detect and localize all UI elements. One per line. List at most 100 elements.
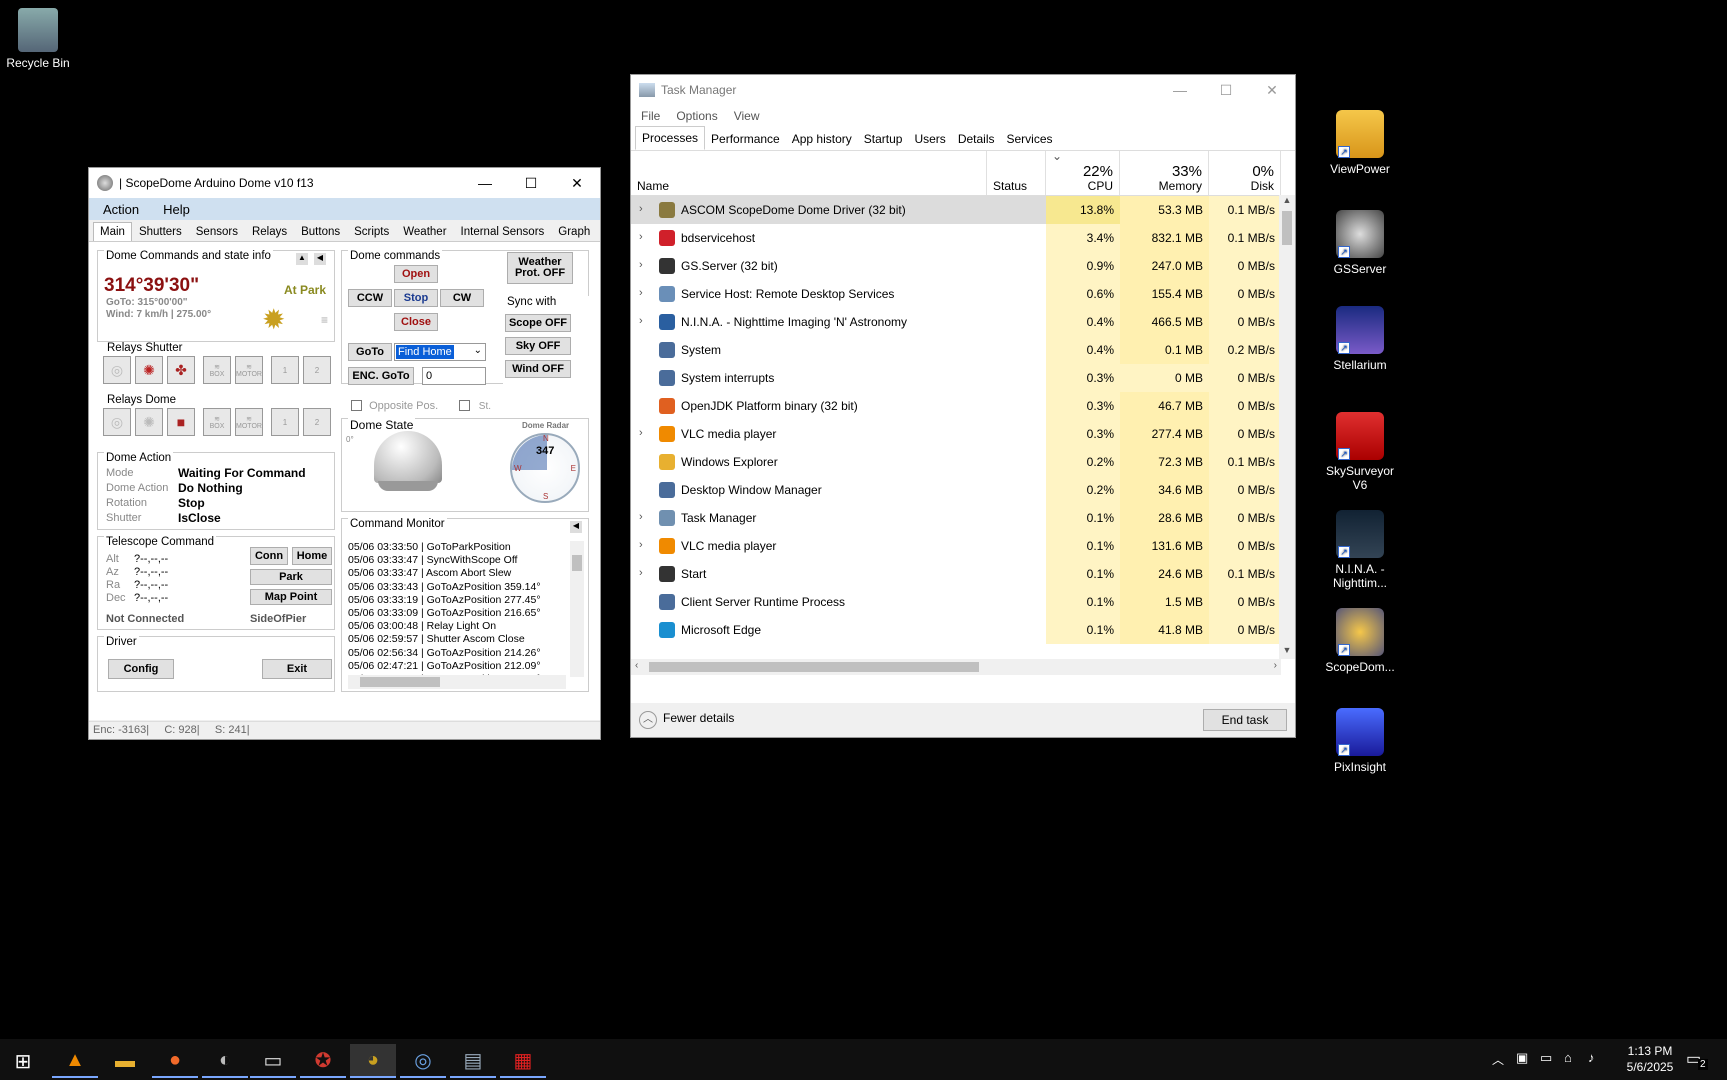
sync-wind-button[interactable]: Wind OFF	[505, 360, 571, 378]
taskbar-nina[interactable]: ◎	[400, 1044, 446, 1078]
desktop-icon-scopedome[interactable]: ↗ ScopeDom...	[1318, 608, 1402, 674]
tray-volume-icon[interactable]: ♪	[1588, 1050, 1595, 1065]
fewer-details-link[interactable]: ︿ Fewer details	[639, 711, 734, 729]
expand-chevron-icon[interactable]: ›	[639, 231, 643, 243]
sync-sky-button[interactable]: Sky OFF	[505, 337, 571, 355]
sync-scope-button[interactable]: Scope OFF	[505, 314, 571, 332]
tab-graph[interactable]: Graph	[551, 222, 597, 241]
menu-file[interactable]: File	[641, 109, 660, 123]
col-memory-header[interactable]: 33% Memory	[1120, 151, 1209, 195]
end-task-button[interactable]: End task	[1203, 709, 1287, 731]
arrow-up-icon[interactable]: ▲	[296, 253, 308, 265]
scroll-up-icon[interactable]: ▲	[1279, 195, 1295, 209]
tab-performance[interactable]: Performance	[705, 128, 786, 150]
relay-shutter-power-button[interactable]: ◎	[103, 356, 131, 384]
tab-processes[interactable]: Processes	[635, 126, 706, 150]
menu-view[interactable]: View	[734, 109, 760, 123]
expand-chevron-icon[interactable]: ›	[639, 567, 643, 579]
tab-app-history[interactable]: App history	[786, 128, 858, 150]
goto-button[interactable]: GoTo	[348, 343, 392, 361]
taskbar-task-manager[interactable]: ▤	[450, 1044, 496, 1078]
desktop-icon-pixinsight[interactable]: ↗ PixInsight	[1318, 708, 1402, 774]
taskbar-skysurveyor[interactable]: ▦	[500, 1044, 546, 1078]
close-icon[interactable]: ✕	[554, 168, 600, 198]
col-disk-header[interactable]: 0% Disk	[1209, 151, 1281, 195]
table-row[interactable]: System 0.4% 0.1 MB 0.2 MB/s	[631, 336, 1281, 364]
col-name-header[interactable]: Name	[631, 151, 987, 195]
tab-details[interactable]: Details	[952, 128, 1001, 150]
table-row[interactable]: › Start 0.1% 24.6 MB 0.1 MB/s	[631, 560, 1281, 588]
table-row[interactable]: OpenJDK Platform binary (32 bit) 0.3% 46.7…	[631, 392, 1281, 420]
expand-chevron-icon[interactable]: ›	[639, 511, 643, 523]
relay-shutter-1-button[interactable]: 1	[271, 356, 299, 384]
desktop-icon-nina[interactable]: ↗ N.I.N.A. - Nighttim...	[1318, 510, 1402, 590]
tab-relays[interactable]: Relays	[245, 222, 294, 241]
relay-dome-2-button[interactable]: 2	[303, 408, 331, 436]
expand-chevron-icon[interactable]: ›	[639, 427, 643, 439]
expand-chevron-icon[interactable]: ›	[639, 315, 643, 327]
menu-options[interactable]: Options	[676, 109, 717, 123]
scroll-thumb[interactable]	[1282, 211, 1292, 245]
park-button[interactable]: Park	[250, 569, 332, 585]
expand-chevron-icon[interactable]: ›	[639, 287, 643, 299]
stop-button[interactable]: Stop	[394, 289, 438, 307]
tray-network-icon[interactable]: ⌂	[1564, 1050, 1572, 1065]
taskbar-terminal[interactable]: ▭	[250, 1044, 296, 1078]
relay-dome-1-button[interactable]: 1	[271, 408, 299, 436]
taskbar-scopedome[interactable]: ◕	[350, 1044, 396, 1078]
arrow-left-icon[interactable]: ◀	[570, 521, 582, 533]
scroll-down-icon[interactable]: ▼	[1279, 645, 1295, 659]
tab-services[interactable]: Services	[1001, 128, 1059, 150]
conn-button[interactable]: Conn	[250, 547, 288, 565]
enc-goto-button[interactable]: ENC. GoTo	[348, 367, 414, 385]
scroll-right-icon[interactable]: ›	[1274, 660, 1277, 671]
taskbar-firefox[interactable]: ●	[152, 1044, 198, 1078]
enc-goto-input[interactable]: 0	[422, 367, 486, 385]
tab-users[interactable]: Users	[908, 128, 951, 150]
command-log[interactable]: 05/06 03:33:50 | GoToParkPosition 05/06 0…	[348, 541, 566, 677]
relay-dome-camera-button[interactable]: ■	[167, 408, 195, 436]
table-row[interactable]: › VLC media player 0.1% 131.6 MB 0 MB/s	[631, 532, 1281, 560]
scroll-thumb[interactable]	[649, 662, 979, 672]
tray-network-adapter-icon[interactable]: ▣	[1516, 1050, 1528, 1066]
taskbar-app-red[interactable]: ✪	[300, 1044, 346, 1078]
process-hscrollbar[interactable]: ‹ ›	[631, 659, 1281, 675]
relay-dome-box-button[interactable]: ≋ BOX	[203, 408, 231, 436]
desktop-icon-skysurveyor[interactable]: ↗ SkySurveyor V6	[1318, 412, 1402, 492]
cw-button[interactable]: CW	[440, 289, 484, 307]
relay-dome-light-button[interactable]: ✺	[135, 408, 163, 436]
menu-action[interactable]: Action	[103, 202, 139, 217]
table-row[interactable]: › GS.Server (32 bit) 0.9% 247.0 MB 0 MB/s	[631, 252, 1281, 280]
exit-button[interactable]: Exit	[262, 659, 332, 679]
goto-select[interactable]: Find Home ⌄	[394, 343, 486, 361]
taskbar-vlc[interactable]: ▲	[52, 1044, 98, 1078]
weather-prot-button[interactable]: Weather Prot. OFF	[507, 252, 573, 284]
desktop-icon-viewpower[interactable]: ↗ ViewPower	[1318, 110, 1402, 176]
relay-dome-motor-button[interactable]: ≋ MOTOR	[235, 408, 263, 436]
minimize-icon[interactable]: —	[462, 168, 508, 198]
table-row[interactable]: › ASCOM ScopeDome Dome Driver (32 bit) 13.…	[631, 196, 1281, 224]
table-row[interactable]: › N.I.N.A. - Nighttime Imaging 'N' Astron…	[631, 308, 1281, 336]
ccw-button[interactable]: CCW	[348, 289, 392, 307]
table-row[interactable]: › bdservicehost 3.4% 832.1 MB 0.1 MB/s	[631, 224, 1281, 252]
log-vscrollbar[interactable]	[570, 541, 584, 677]
log-hscrollbar[interactable]	[348, 675, 566, 689]
clock[interactable]: 1:13 PM 5/6/2025	[1610, 1043, 1690, 1075]
task-manager-titlebar[interactable]: Task Manager — ☐ ✕	[631, 75, 1295, 105]
maximize-icon[interactable]: ☐	[1203, 75, 1249, 105]
relay-dome-power-button[interactable]: ◎	[103, 408, 131, 436]
expand-chevron-icon[interactable]: ›	[639, 259, 643, 271]
tab-buttons[interactable]: Buttons	[294, 222, 347, 241]
expand-chevron-icon[interactable]: ›	[639, 203, 643, 215]
table-row[interactable]: System interrupts 0.3% 0 MB 0 MB/s	[631, 364, 1281, 392]
col-status-header[interactable]: Status	[987, 151, 1046, 195]
opposite-pos-checkbox[interactable]: Opposite Pos.	[351, 400, 438, 412]
col-cpu-header[interactable]: ⌄ 22% CPU	[1046, 149, 1120, 195]
arrow-left-icon[interactable]: ◀	[314, 253, 326, 265]
relay-shutter-motor-button[interactable]: ≋ MOTOR	[235, 356, 263, 384]
desktop-icon-gsserver[interactable]: ↗ GSServer	[1318, 210, 1402, 276]
relay-shutter-2-button[interactable]: 2	[303, 356, 331, 384]
tab-scripts[interactable]: Scripts	[347, 222, 396, 241]
table-row[interactable]: › Service Host: Remote Desktop Services 0.…	[631, 280, 1281, 308]
tray-battery-icon[interactable]: ▭	[1540, 1050, 1552, 1066]
